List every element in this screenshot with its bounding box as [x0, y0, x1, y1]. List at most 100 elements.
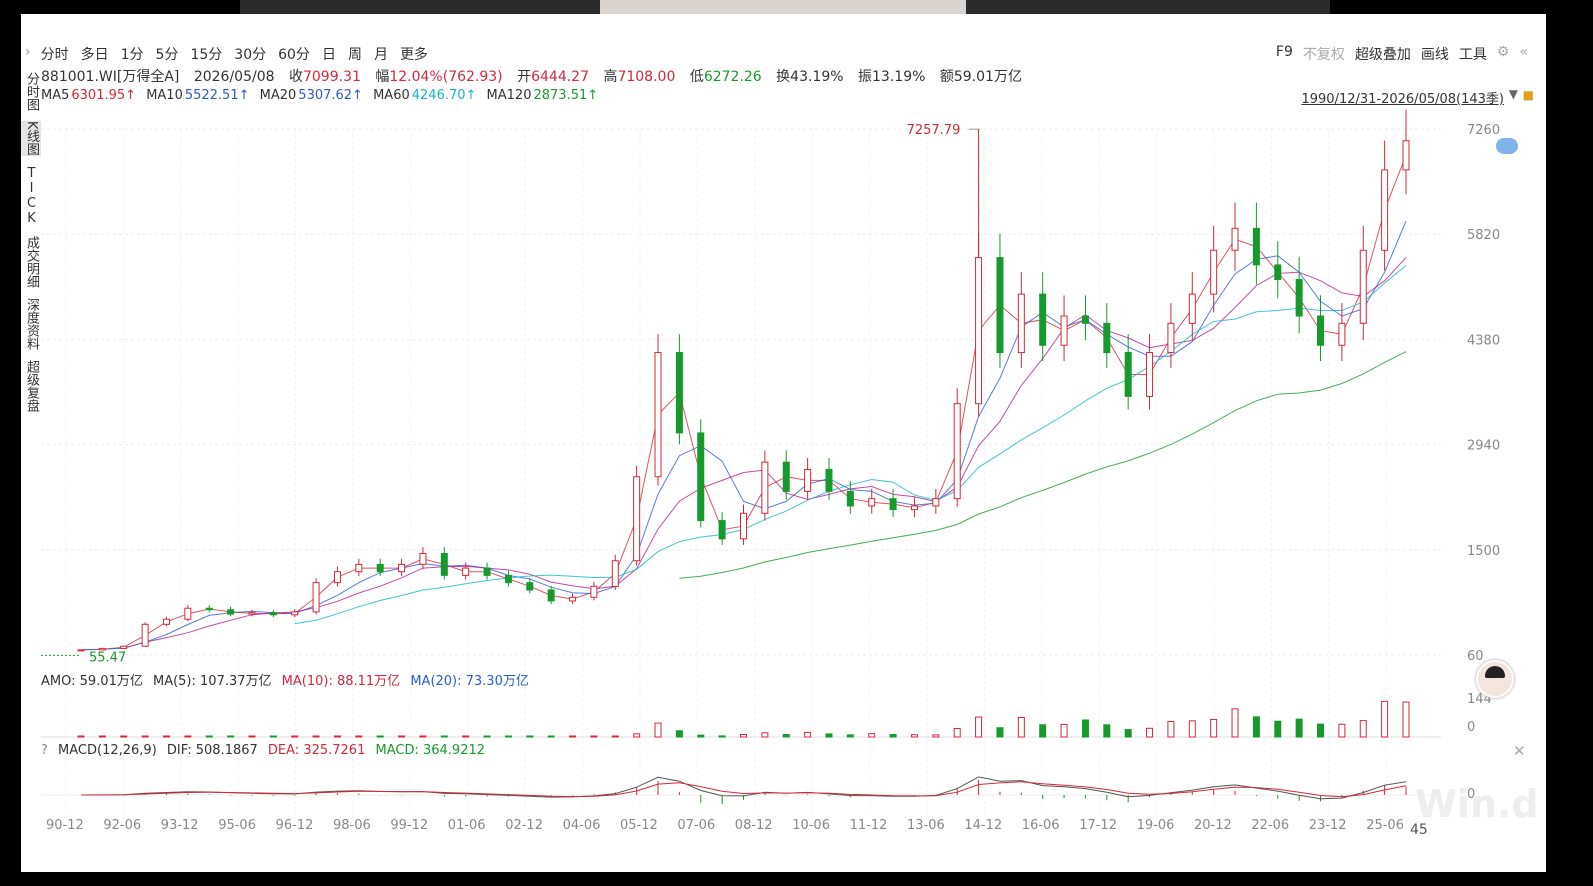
candle-body — [569, 596, 577, 602]
volume-bar — [1359, 720, 1367, 738]
candle-body — [1274, 264, 1282, 280]
volume-bar — [1381, 700, 1389, 738]
y-tick-label: 60 — [1467, 649, 1484, 664]
x-tick-label: 02-12 — [505, 818, 543, 833]
chart-window: › 分时 多日 1分 5分 15分 30分 60分 日 周 月 更多 F9 不复… — [21, 14, 1546, 872]
candle-body — [376, 563, 384, 573]
candle-body — [1231, 227, 1239, 251]
candle-body — [1210, 249, 1218, 295]
volume-bar — [398, 735, 406, 738]
candle-body — [269, 612, 277, 616]
amo-ma10: MA(10): 88.11万亿 — [281, 674, 401, 689]
candle-body — [633, 476, 641, 562]
volume-bar — [1231, 708, 1239, 738]
high-annotation: 7257.79 — [907, 123, 961, 138]
volume-bar — [697, 734, 705, 738]
y-tick-label: 5820 — [1467, 228, 1500, 243]
volume-bar — [1146, 727, 1154, 738]
candle-body — [675, 352, 683, 434]
candle-body — [868, 498, 876, 507]
candle-body — [419, 552, 427, 565]
volume-bar — [1081, 719, 1089, 738]
x-tick-label: 99-12 — [390, 818, 428, 833]
candle-body — [312, 582, 320, 613]
candle-body — [611, 560, 619, 587]
amo-ytick-zero: 0 — [1467, 720, 1476, 735]
volume-bar — [526, 735, 534, 738]
volume-bar — [205, 735, 213, 738]
candle-body — [1252, 227, 1260, 266]
volume-bar — [846, 734, 854, 738]
candle-body — [526, 582, 534, 591]
volume-bar — [504, 735, 512, 738]
x-tick-label: 14-12 — [964, 818, 1002, 833]
candle-body — [205, 607, 213, 611]
macd-dif: DIF: 508.1867 — [166, 743, 258, 758]
candle-body — [782, 461, 790, 492]
candle-body — [953, 403, 961, 500]
close-macd-icon[interactable]: ✕ — [1513, 742, 1526, 760]
x-tick-label: 01-06 — [448, 818, 486, 833]
volume-bar — [1338, 723, 1346, 738]
watermark: Win.d — [1415, 782, 1539, 826]
volume-bar — [312, 735, 320, 738]
candle-body — [1146, 352, 1154, 397]
candle-body — [184, 607, 192, 620]
volume-bar — [77, 735, 85, 738]
candle-body — [1188, 293, 1196, 324]
y-tick-label: 2940 — [1467, 439, 1500, 454]
candle-body — [1124, 352, 1132, 397]
candle-body — [547, 589, 555, 602]
volume-bar — [376, 735, 384, 738]
candle-body — [846, 490, 854, 507]
volume-bar — [1317, 723, 1325, 738]
x-tick-label: 90-12 — [46, 818, 84, 833]
x-tick-label: 11-12 — [850, 818, 888, 833]
volume-bar — [1402, 701, 1410, 738]
volume-bar — [611, 735, 619, 738]
volume-bar — [98, 735, 106, 738]
macd-dea: DEA: 325.7261 — [267, 743, 366, 758]
candle-body — [1338, 322, 1346, 346]
volume-bar — [440, 735, 448, 738]
y-tick-label: 7260 — [1467, 123, 1500, 138]
x-tick-label: 22-06 — [1251, 818, 1289, 833]
ma10-line — [80, 220, 1407, 651]
candle-body — [1081, 315, 1089, 324]
volume-bar — [355, 735, 363, 738]
volume-bar — [141, 735, 149, 738]
candle-body — [1359, 249, 1367, 324]
volume-bar — [333, 735, 341, 738]
volume-bar — [1188, 720, 1196, 738]
volume-bar — [1017, 716, 1025, 738]
volume-bar — [1124, 729, 1132, 738]
volume-bar — [1167, 720, 1175, 738]
candle-body — [120, 645, 128, 649]
volume-bar — [547, 735, 555, 738]
macd-legend: ? MACD(12,26,9) DIF: 508.1867 DEA: 325.7… — [41, 743, 491, 758]
x-tick-label: 20-12 — [1194, 818, 1232, 833]
x-tick-label: 08-12 — [735, 818, 773, 833]
volume-bar — [227, 735, 235, 738]
candle-body — [761, 461, 769, 514]
volume-bar — [269, 735, 277, 738]
candle-body — [1060, 315, 1068, 346]
x-tick-label: 04-06 — [563, 818, 601, 833]
macd-help-icon[interactable]: ? — [41, 743, 48, 758]
x-tick-label: 19-06 — [1137, 818, 1175, 833]
x-tick-label: 13-06 — [907, 818, 945, 833]
candle-body — [1167, 322, 1175, 354]
candle-body — [804, 468, 812, 492]
volume-bar — [889, 733, 897, 738]
volume-bar — [975, 716, 983, 738]
candle-body — [162, 618, 170, 625]
x-tick-label: 05-12 — [620, 818, 658, 833]
avatar[interactable] — [1476, 660, 1514, 698]
candle-body — [77, 649, 85, 652]
volume-bar — [996, 727, 1004, 738]
volume-bar — [633, 733, 641, 738]
volume-bar — [718, 735, 726, 738]
assistant-blue-icon[interactable] — [1496, 138, 1518, 154]
x-tick-label: 25-06 — [1366, 818, 1404, 833]
candle-body — [975, 257, 983, 405]
